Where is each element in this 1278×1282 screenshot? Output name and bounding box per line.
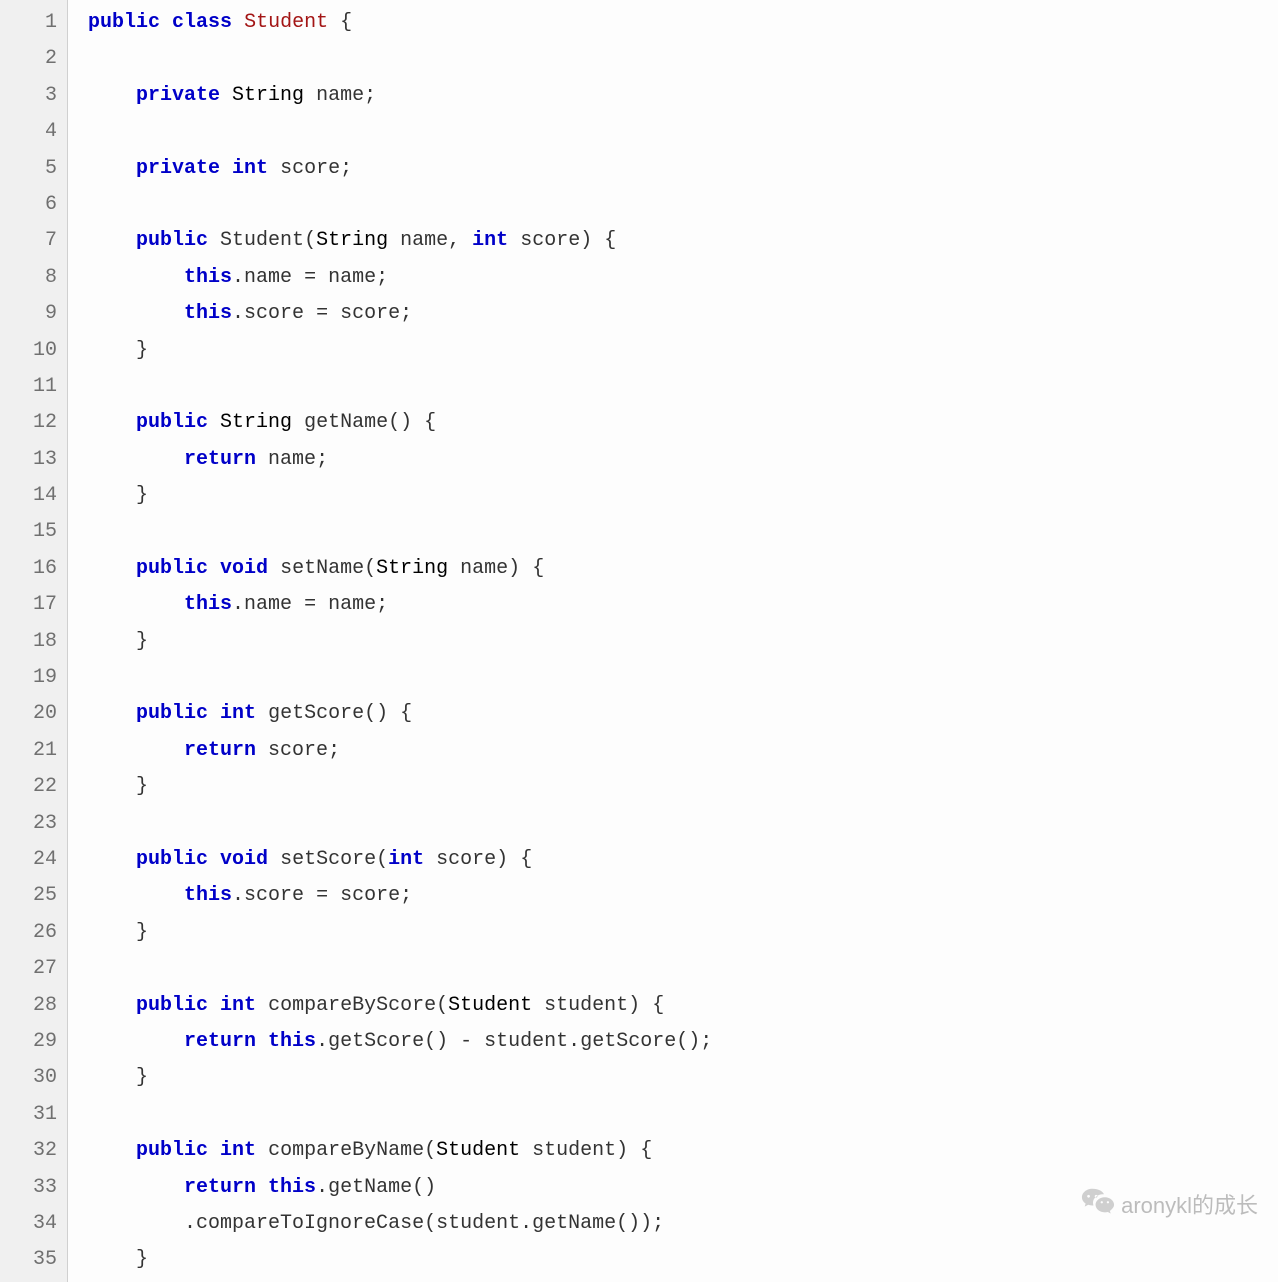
line-number: 9 bbox=[5, 296, 57, 332]
code-line[interactable]: } bbox=[88, 333, 1278, 369]
code-line[interactable]: this.name = name; bbox=[88, 587, 1278, 623]
line-number: 33 bbox=[5, 1170, 57, 1206]
line-number: 25 bbox=[5, 878, 57, 914]
code-line[interactable] bbox=[88, 41, 1278, 77]
line-number-gutter: 1234567891011121314151617181920212223242… bbox=[0, 0, 68, 1282]
code-editor: 1234567891011121314151617181920212223242… bbox=[0, 0, 1278, 1282]
line-number: 4 bbox=[5, 114, 57, 150]
code-line[interactable]: public int compareByName(Student student… bbox=[88, 1133, 1278, 1169]
line-number: 31 bbox=[5, 1097, 57, 1133]
code-line[interactable]: private int score; bbox=[88, 151, 1278, 187]
wechat-icon bbox=[1081, 1186, 1115, 1222]
line-number: 35 bbox=[5, 1242, 57, 1278]
watermark: aronykl的成长 bbox=[1081, 1186, 1258, 1222]
line-number: 7 bbox=[5, 223, 57, 259]
line-number: 6 bbox=[5, 187, 57, 223]
line-number: 26 bbox=[5, 915, 57, 951]
code-line[interactable]: } bbox=[88, 1242, 1278, 1278]
line-number: 30 bbox=[5, 1060, 57, 1096]
line-number: 20 bbox=[5, 696, 57, 732]
line-number: 28 bbox=[5, 988, 57, 1024]
code-line[interactable]: return score; bbox=[88, 733, 1278, 769]
code-line[interactable] bbox=[88, 660, 1278, 696]
code-line[interactable]: public class Student { bbox=[88, 5, 1278, 41]
code-line[interactable]: } bbox=[88, 915, 1278, 951]
line-number: 34 bbox=[5, 1206, 57, 1242]
line-number: 3 bbox=[5, 78, 57, 114]
line-number: 24 bbox=[5, 842, 57, 878]
line-number: 12 bbox=[5, 405, 57, 441]
code-line[interactable]: this.score = score; bbox=[88, 296, 1278, 332]
code-line[interactable]: public String getName() { bbox=[88, 405, 1278, 441]
code-line[interactable]: } bbox=[88, 769, 1278, 805]
line-number: 32 bbox=[5, 1133, 57, 1169]
line-number: 11 bbox=[5, 369, 57, 405]
line-number: 22 bbox=[5, 769, 57, 805]
line-number: 23 bbox=[5, 806, 57, 842]
line-number: 13 bbox=[5, 442, 57, 478]
code-line[interactable] bbox=[88, 114, 1278, 150]
line-number: 5 bbox=[5, 151, 57, 187]
line-number: 16 bbox=[5, 551, 57, 587]
line-number: 15 bbox=[5, 514, 57, 550]
code-area[interactable]: public class Student { private String na… bbox=[68, 0, 1278, 1282]
line-number: 10 bbox=[5, 333, 57, 369]
code-line[interactable] bbox=[88, 514, 1278, 550]
code-line[interactable]: public Student(String name, int score) { bbox=[88, 223, 1278, 259]
line-number: 29 bbox=[5, 1024, 57, 1060]
line-number: 19 bbox=[5, 660, 57, 696]
line-number: 21 bbox=[5, 733, 57, 769]
line-number: 1 bbox=[5, 5, 57, 41]
code-line[interactable] bbox=[88, 1097, 1278, 1133]
code-line[interactable]: private String name; bbox=[88, 78, 1278, 114]
code-line[interactable]: public int compareByScore(Student studen… bbox=[88, 988, 1278, 1024]
code-line[interactable]: public void setName(String name) { bbox=[88, 551, 1278, 587]
code-line[interactable]: } bbox=[88, 624, 1278, 660]
watermark-text: aronykl的成长 bbox=[1121, 1188, 1258, 1220]
line-number: 14 bbox=[5, 478, 57, 514]
line-number: 17 bbox=[5, 587, 57, 623]
code-line[interactable]: return name; bbox=[88, 442, 1278, 478]
code-line[interactable] bbox=[88, 951, 1278, 987]
code-line[interactable]: public void setScore(int score) { bbox=[88, 842, 1278, 878]
code-line[interactable]: } bbox=[88, 478, 1278, 514]
code-line[interactable]: this.score = score; bbox=[88, 878, 1278, 914]
line-number: 27 bbox=[5, 951, 57, 987]
code-line[interactable]: } bbox=[88, 1060, 1278, 1096]
code-line[interactable]: public int getScore() { bbox=[88, 696, 1278, 732]
code-line[interactable]: return this.getScore() - student.getScor… bbox=[88, 1024, 1278, 1060]
line-number: 2 bbox=[5, 41, 57, 77]
line-number: 18 bbox=[5, 624, 57, 660]
code-line[interactable]: this.name = name; bbox=[88, 260, 1278, 296]
code-line[interactable] bbox=[88, 187, 1278, 223]
line-number: 8 bbox=[5, 260, 57, 296]
code-line[interactable] bbox=[88, 369, 1278, 405]
code-line[interactable] bbox=[88, 806, 1278, 842]
